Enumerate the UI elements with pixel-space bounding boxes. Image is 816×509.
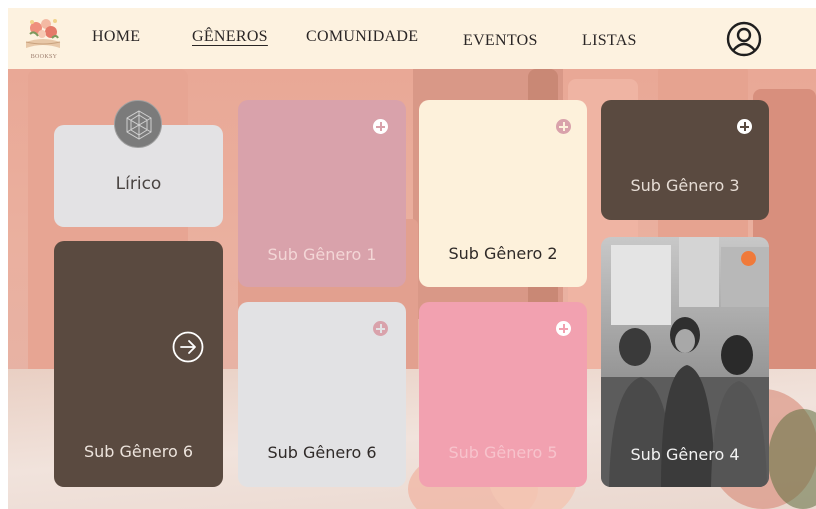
nav-generos[interactable]: GÊNEROS xyxy=(192,28,268,46)
logo-text: BOOKSY xyxy=(30,54,58,60)
genre-label: Lírico xyxy=(115,174,162,194)
minus-circle-icon[interactable] xyxy=(741,251,756,266)
genre-emblem xyxy=(114,100,162,148)
subgenre-label: Sub Gênero 6 xyxy=(267,443,377,462)
nav-eventos[interactable]: EVENTOS xyxy=(463,32,538,50)
nav-comunidade[interactable]: COMUNIDADE xyxy=(306,28,418,46)
app-frame: BOOKSY HOME GÊNEROS COMUNIDADE EVENTOS L… xyxy=(8,8,816,509)
user-circle-icon[interactable] xyxy=(726,21,762,57)
subgenre-card-4[interactable]: Sub Gênero 4 xyxy=(601,237,769,487)
book-flowers-icon xyxy=(25,19,61,48)
subgenre-card-6-light[interactable]: Sub Gênero 6 xyxy=(238,302,406,487)
nav-listas[interactable]: LISTAS xyxy=(582,32,637,50)
subgenre-card-2[interactable]: Sub Gênero 2 xyxy=(419,100,587,287)
geometric-emblem-icon xyxy=(126,110,152,140)
subgenre-card-5[interactable]: Sub Gênero 5 xyxy=(419,302,587,487)
booksy-logo[interactable]: BOOKSY xyxy=(22,12,64,64)
plus-circle-icon[interactable] xyxy=(373,119,388,134)
subgenre-card-1[interactable]: Sub Gênero 1 xyxy=(238,100,406,287)
subgenre-label: Sub Gênero 1 xyxy=(267,245,377,264)
top-navbar: BOOKSY HOME GÊNEROS COMUNIDADE EVENTOS L… xyxy=(8,8,816,69)
subgenre-card-6-dark[interactable]: Sub Gênero 6 xyxy=(54,241,223,487)
arrow-right-circle-icon[interactable] xyxy=(172,331,204,363)
subgenre-label: Sub Gênero 4 xyxy=(630,445,740,464)
subgenre-label: Sub Gênero 5 xyxy=(448,443,558,462)
plus-circle-icon[interactable] xyxy=(373,321,388,336)
plus-circle-icon[interactable] xyxy=(556,321,571,336)
subgenre-label: Sub Gênero 2 xyxy=(448,244,558,263)
plus-circle-icon[interactable] xyxy=(556,119,571,134)
plus-circle-icon[interactable] xyxy=(737,119,752,134)
subgenre-card-3[interactable]: Sub Gênero 3 xyxy=(601,100,769,220)
subgenre-label: Sub Gênero 6 xyxy=(83,442,194,461)
genre-card-lirico[interactable]: Lírico xyxy=(54,100,223,227)
nav-home[interactable]: HOME xyxy=(92,28,140,46)
subgenre-label: Sub Gênero 3 xyxy=(630,176,740,195)
